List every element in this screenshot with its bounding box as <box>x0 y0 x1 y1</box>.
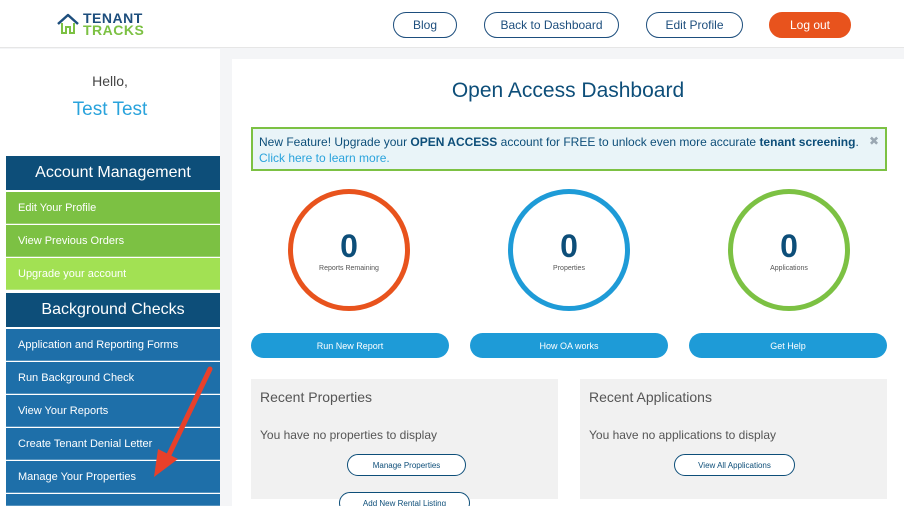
stat-properties: 0 Properties <box>508 189 630 311</box>
notice-bold-open-access: OPEN ACCESS <box>410 135 498 149</box>
top-bar: TENANT TRACKS Blog Back to Dashboard Edi… <box>0 0 904 48</box>
sidebar-item-previous-orders[interactable]: View Previous Orders <box>6 225 220 257</box>
blog-button[interactable]: Blog <box>393 12 457 38</box>
section-account-management: Account Management <box>6 156 220 190</box>
recent-properties-card: Recent Properties You have no properties… <box>251 379 558 506</box>
recent-applications-title: Recent Applications <box>589 389 712 405</box>
sidebar-item-view-reports[interactable]: View Your Reports <box>6 395 220 427</box>
how-oa-works-button[interactable]: How OA works <box>470 333 668 358</box>
notice-learn-more-link[interactable]: Click here to learn more. <box>259 151 390 165</box>
stat-value: 0 <box>340 227 358 264</box>
logo-line2: TRACKS <box>83 22 145 38</box>
sidebar-item-denial-letter[interactable]: Create Tenant Denial Letter <box>6 428 220 460</box>
manage-properties-button[interactable]: Manage Properties <box>347 454 466 476</box>
sidebar: Hello, Test Test Account Management Edit… <box>0 49 220 506</box>
username: Test Test <box>72 99 148 120</box>
recent-applications-card: Recent Applications You have no applicat… <box>580 379 887 499</box>
logout-button[interactable]: Log out <box>769 12 851 38</box>
recent-applications-empty: You have no applications to display <box>589 428 777 442</box>
feature-notice: New Feature! Upgrade your OPEN ACCESS ac… <box>251 127 887 171</box>
get-help-button[interactable]: Get Help <box>689 333 887 358</box>
stat-value: 0 <box>780 227 798 264</box>
stat-label: Applications <box>770 264 808 272</box>
back-to-dashboard-button[interactable]: Back to Dashboard <box>484 12 619 38</box>
section-background-checks: Background Checks <box>6 293 220 327</box>
main-panel: Open Access Dashboard New Feature! Upgra… <box>232 59 904 506</box>
sidebar-item-manage-properties[interactable]: Manage Your Properties <box>6 461 220 493</box>
sidebar-item-forms[interactable]: Application and Reporting Forms <box>6 329 220 361</box>
sidebar-item-upgrade[interactable]: Upgrade your account <box>6 258 220 290</box>
notice-bold-tenant-screening: tenant screening <box>759 135 856 149</box>
stat-reports-remaining: 0 Reports Remaining <box>288 189 410 311</box>
notice-text-1: New Feature! Upgrade your <box>259 135 411 149</box>
logo[interactable]: TENANT TRACKS <box>57 10 144 38</box>
stat-label: Reports Remaining <box>319 264 379 272</box>
sidebar-item-run-check[interactable]: Run Background Check <box>6 362 220 394</box>
sidebar-item-edit-profile[interactable]: Edit Your Profile <box>6 192 220 224</box>
stat-value: 0 <box>560 227 578 264</box>
page-title: Open Access Dashboard <box>451 79 685 102</box>
recent-properties-empty: You have no properties to display <box>260 428 438 442</box>
add-rental-listing-button[interactable]: Add New Rental Listing <box>339 492 470 506</box>
close-icon[interactable]: ✖ <box>869 133 879 149</box>
logo-text: TENANT TRACKS <box>83 11 145 38</box>
stat-applications: 0 Applications <box>728 189 850 311</box>
run-new-report-button[interactable]: Run New Report <box>251 333 449 358</box>
house-icon <box>57 13 79 34</box>
edit-profile-button[interactable]: Edit Profile <box>646 12 743 38</box>
notice-text-3: . <box>855 135 859 149</box>
notice-text-2: account for FREE to unlock even more acc… <box>497 135 760 149</box>
recent-properties-title: Recent Properties <box>260 389 373 405</box>
stat-label: Properties <box>553 264 585 272</box>
sidebar-item-more <box>6 494 220 506</box>
greeting: Hello, <box>92 73 128 89</box>
view-all-applications-button[interactable]: View All Applications <box>674 454 795 476</box>
